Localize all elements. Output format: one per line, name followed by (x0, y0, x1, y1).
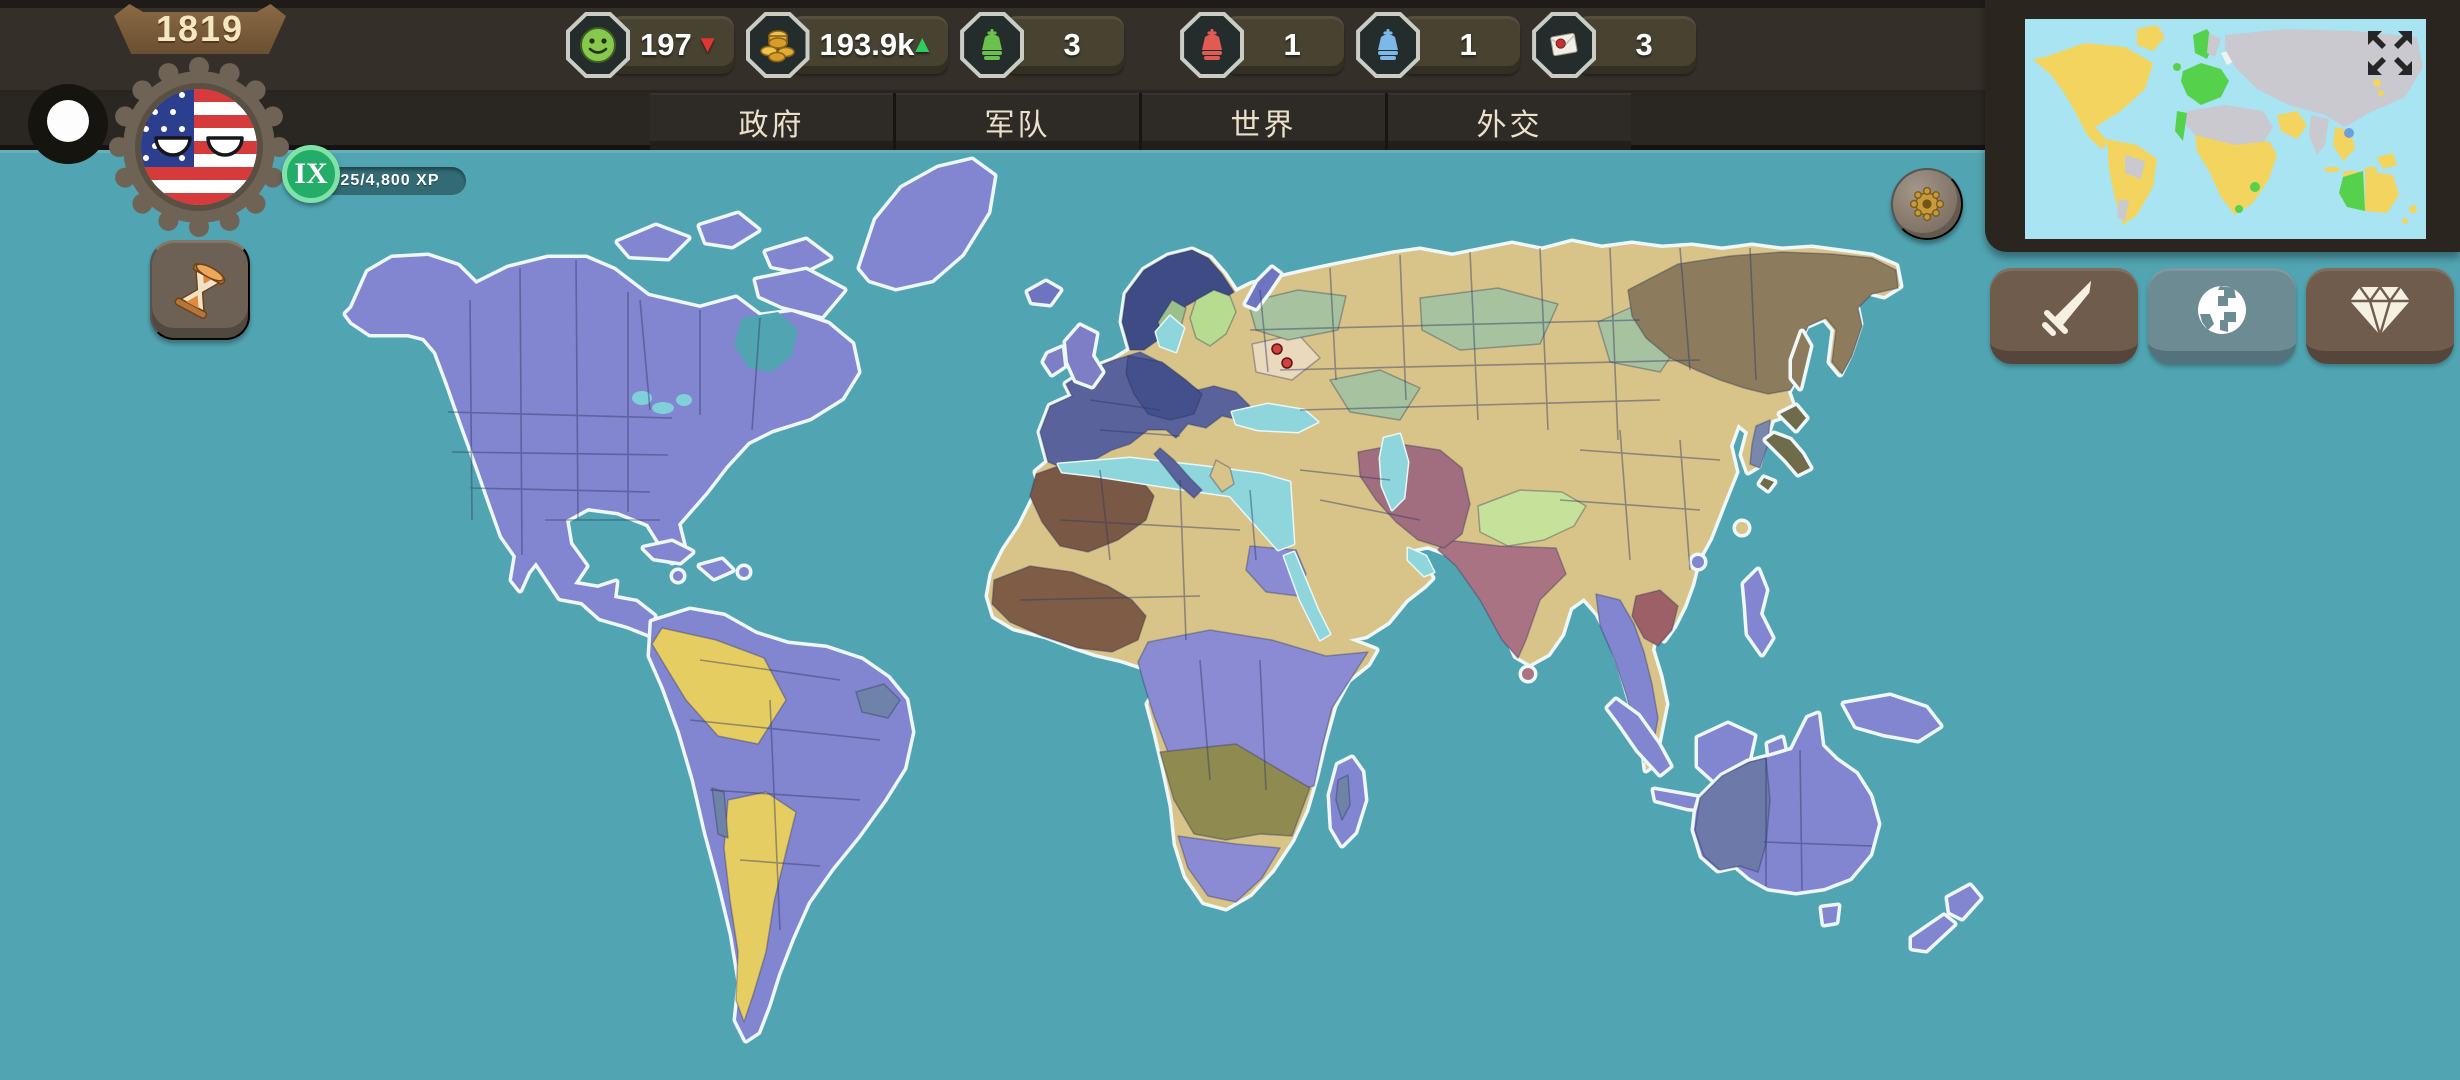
notification-dot-button[interactable] (28, 84, 108, 164)
nation-emblem[interactable] (104, 50, 294, 240)
blue-crown-value: 1 (1459, 27, 1476, 63)
resource-messages[interactable]: 3 (1532, 12, 1696, 78)
gear-icon (1908, 185, 1946, 223)
tab-government[interactable]: 政府 (650, 93, 893, 150)
continent-north-america[interactable] (346, 160, 994, 634)
continent-south-america[interactable] (650, 610, 912, 1040)
gold-value: 193.9k (820, 27, 915, 63)
minimap-panel (1985, 0, 2460, 252)
messages-value: 3 (1635, 27, 1652, 63)
main-tab-bar: 政府 军队 世界 外交 (650, 93, 1631, 150)
capital-marker (1282, 358, 1292, 368)
resource-happiness[interactable]: 197▼ (566, 12, 734, 78)
trend-down-icon: ▼ (696, 31, 720, 59)
resource-red-crown[interactable]: 1 (1180, 12, 1344, 78)
tab-army[interactable]: 军队 (893, 93, 1139, 150)
war-button[interactable] (1990, 268, 2138, 364)
crown-blue-icon (1360, 16, 1416, 74)
timelapse-button[interactable] (150, 240, 250, 340)
white-dot (47, 100, 89, 142)
crown-red-icon (1184, 16, 1240, 74)
green-crown-value: 3 (1063, 27, 1080, 63)
resource-bar: 197▼ 193.9k▲ 3 1 1 3 (566, 9, 1708, 81)
resource-green-crown[interactable]: 3 (960, 12, 1124, 78)
envelope-icon (1536, 16, 1592, 74)
tab-world[interactable]: 世界 (1139, 93, 1385, 150)
resource-gold[interactable]: 193.9k▲ (746, 12, 949, 78)
level-badge: IX (282, 145, 340, 203)
smiley-icon (570, 16, 626, 74)
resource-blue-crown[interactable]: 1 (1356, 12, 1520, 78)
diamond-icon (2346, 279, 2414, 341)
coins-icon (750, 16, 806, 74)
capital-marker (1272, 344, 1282, 354)
globe-icon (2190, 278, 2254, 342)
expand-icon[interactable] (2364, 27, 2416, 79)
trend-up-icon: ▲ (910, 31, 934, 59)
world-view-button[interactable] (2148, 268, 2296, 364)
premium-button[interactable] (2306, 268, 2454, 364)
settings-button[interactable] (1891, 168, 1963, 240)
red-crown-value: 1 (1283, 27, 1300, 63)
crown-green-icon (964, 16, 1020, 74)
minimap[interactable] (2025, 19, 2426, 239)
hourglass-icon (169, 260, 231, 322)
sword-icon (2031, 277, 2097, 343)
happiness-value: 197 (640, 27, 692, 63)
action-buttons (1990, 268, 2456, 364)
tab-diplomacy[interactable]: 外交 (1385, 93, 1631, 150)
year-label: 1819 (156, 8, 244, 50)
